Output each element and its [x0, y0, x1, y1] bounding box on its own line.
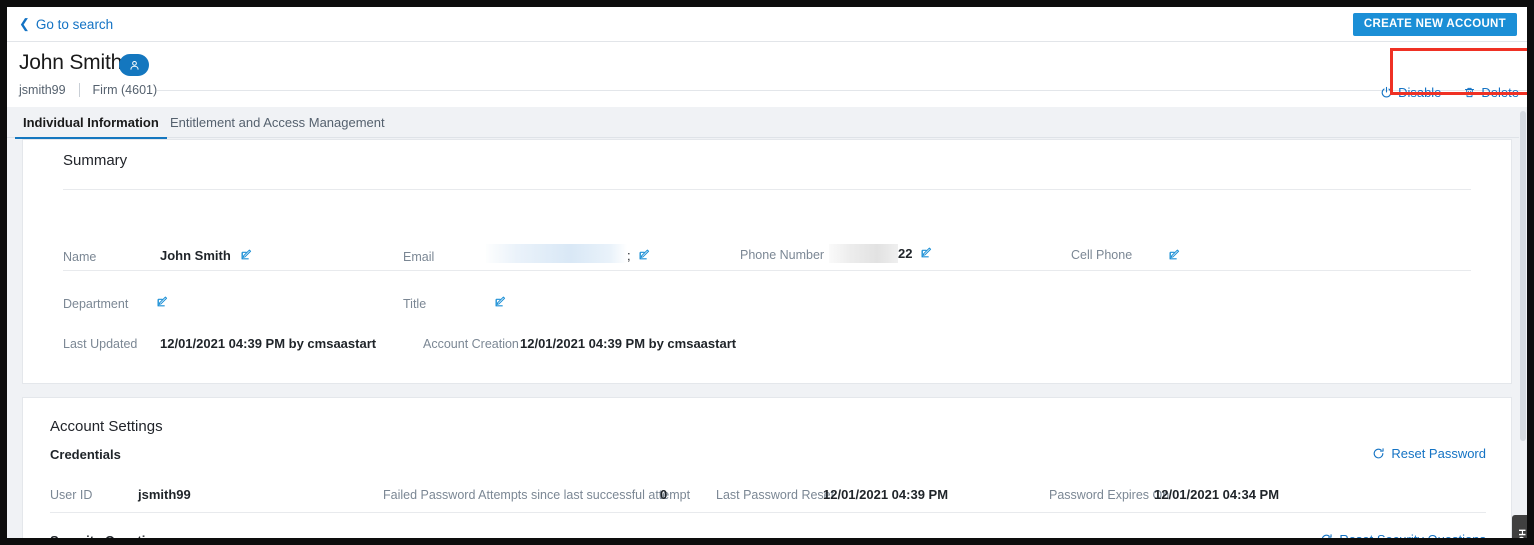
- go-to-search-link[interactable]: ❮ Go to search: [19, 17, 113, 32]
- power-icon: [1380, 86, 1393, 99]
- user-id-label: User ID: [50, 488, 92, 502]
- account-settings-divider: [50, 512, 1486, 513]
- subline-rule: [157, 90, 1527, 91]
- delete-label: Delete: [1481, 85, 1519, 100]
- email-value-redacted: [486, 244, 627, 263]
- account-settings-card: Account Settings Credentials Reset Passw…: [22, 397, 1512, 538]
- last-password-reset-value: 12/01/2021 04:39 PM: [823, 487, 948, 502]
- reset-security-questions-link[interactable]: Reset Security Questions: [1320, 532, 1486, 538]
- scrollbar-thumb[interactable]: [1520, 111, 1526, 441]
- disable-button[interactable]: Disable: [1380, 85, 1441, 100]
- last-password-reset-label: Last Password Reset: [716, 488, 834, 502]
- summary-divider: [63, 189, 1471, 190]
- password-expires-on-label: Password Expires On: [1049, 488, 1169, 502]
- account-creation-value: 12/01/2021 04:39 PM by cmsaastart: [520, 336, 736, 351]
- edit-department-icon[interactable]: [156, 295, 169, 313]
- account-actions: Disable Delete: [1380, 85, 1519, 100]
- edit-title-icon[interactable]: [494, 295, 507, 313]
- chevron-left-icon: ❮: [19, 17, 30, 30]
- credentials-title: Credentials: [50, 447, 121, 462]
- name-value: John Smith: [160, 248, 231, 263]
- app-viewport: ❮ Go to search CREATE NEW ACCOUNT John S…: [7, 7, 1527, 538]
- summary-card: Summary Name John Smith Email ;: [22, 139, 1512, 384]
- tab-individual-information[interactable]: Individual Information: [15, 107, 167, 138]
- disable-label: Disable: [1398, 85, 1441, 100]
- tab-entitlement-and-access-management[interactable]: Entitlement and Access Management: [162, 107, 393, 138]
- department-label: Department: [63, 297, 128, 311]
- title-label: Title: [403, 297, 426, 311]
- last-updated-label: Last Updated: [63, 337, 137, 351]
- identity-subline: jsmith99 Firm (4601): [19, 83, 157, 97]
- avatar: [119, 54, 149, 76]
- identity-userid: jsmith99: [19, 83, 66, 97]
- phone-number-value-suffix: 22: [898, 246, 912, 261]
- identity-header: John Smith jsmith99 Firm (4601): [7, 42, 1527, 107]
- feedback-side-tab[interactable]: How: [1512, 515, 1527, 538]
- delete-button[interactable]: Delete: [1463, 85, 1519, 100]
- last-updated-value: 12/01/2021 04:39 PM by cmsaastart: [160, 336, 376, 351]
- person-icon: [128, 59, 141, 72]
- security-questions-title: Security Questions: [50, 533, 168, 538]
- edit-email-icon[interactable]: [638, 248, 651, 266]
- edit-name-icon[interactable]: [240, 248, 253, 266]
- account-settings-title: Account Settings: [50, 418, 163, 435]
- name-label: Name: [63, 250, 96, 264]
- edit-phone-number-icon[interactable]: [920, 246, 933, 264]
- top-bar: ❮ Go to search CREATE NEW ACCOUNT: [7, 7, 1527, 42]
- subline-divider: [79, 83, 80, 97]
- trash-icon: [1463, 86, 1476, 99]
- summary-title: Summary: [63, 152, 127, 169]
- user-id-value: jsmith99: [138, 487, 191, 502]
- identity-org: Firm (4601): [93, 83, 158, 97]
- screenshot-frame: ❮ Go to search CREATE NEW ACCOUNT John S…: [0, 0, 1534, 545]
- summary-divider-2: [63, 270, 1471, 271]
- create-new-account-button[interactable]: CREATE NEW ACCOUNT: [1353, 13, 1517, 36]
- phone-number-label: Phone Number: [740, 248, 824, 262]
- edit-cell-phone-icon[interactable]: [1168, 248, 1181, 266]
- page-title: John Smith: [19, 51, 122, 75]
- reset-security-questions-label: Reset Security Questions: [1339, 532, 1486, 538]
- password-expires-on-value: 12/01/2021 04:34 PM: [1154, 487, 1279, 502]
- failed-password-attempts-label: Failed Password Attempts since last succ…: [383, 488, 690, 502]
- email-value-suffix: ;: [627, 248, 631, 263]
- email-label: Email: [403, 250, 434, 264]
- tab-bar: Individual Information Entitlement and A…: [7, 107, 1527, 138]
- reset-password-link[interactable]: Reset Password: [1372, 446, 1486, 461]
- reset-password-label: Reset Password: [1391, 446, 1486, 461]
- refresh-icon: [1372, 447, 1385, 460]
- go-to-search-label: Go to search: [36, 17, 113, 32]
- cell-phone-label: Cell Phone: [1071, 248, 1132, 262]
- phone-number-value-redacted: [829, 244, 898, 263]
- failed-password-attempts-value: 0: [660, 487, 667, 502]
- refresh-icon: [1320, 533, 1333, 538]
- account-creation-label: Account Creation: [423, 337, 519, 351]
